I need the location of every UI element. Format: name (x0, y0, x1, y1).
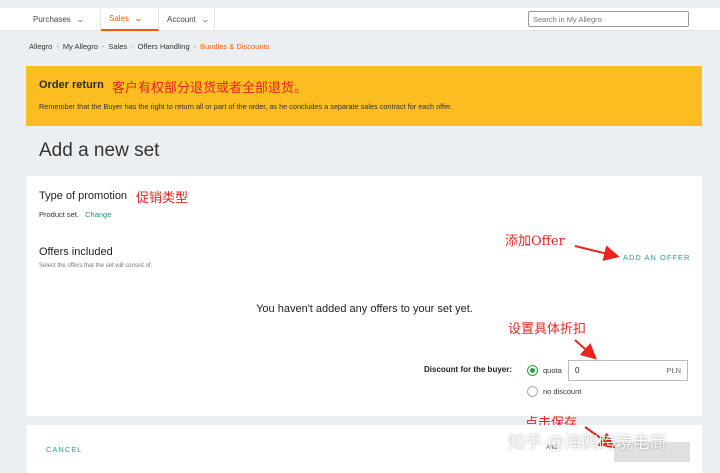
discount-amount-value: 0 (575, 366, 580, 375)
promotion-annotation: 促销类型 (136, 191, 189, 206)
nav-account-label: Account (167, 15, 196, 24)
change-promotion-link[interactable]: Change (85, 210, 111, 219)
set-form-card: Type of promotion 促销类型 Product set. Chan… (27, 176, 702, 431)
nav-purchases-label: Purchases (33, 15, 71, 24)
currency-unit: PLN (666, 366, 681, 375)
add-offer-annotation: 添加Offer (505, 234, 565, 249)
breadcrumb-separator: - (193, 42, 197, 51)
empty-offers-message: You haven't added any offers to your set… (256, 303, 473, 315)
no-discount-radio[interactable] (527, 386, 538, 397)
promotion-value-line: Product set. Change (39, 210, 111, 219)
add-offer-button[interactable]: ADD AN OFFER (623, 253, 690, 262)
breadcrumb-my-allegro[interactable]: My Allegro (63, 42, 98, 51)
alert-title: Order return (39, 79, 104, 91)
breadcrumb-separator: - (131, 42, 134, 51)
alert-text: Remember that the Buyer has the right to… (39, 102, 453, 111)
chevron-down-icon: ⌄ (200, 15, 210, 24)
offers-included-title: Offers included (39, 246, 113, 258)
breadcrumb-separator: - (101, 42, 105, 51)
nav-sales-label: Sales (109, 14, 130, 23)
breadcrumb-current: Bundles & Discounts (200, 42, 270, 51)
promotion-value: Product set. (39, 210, 80, 219)
breadcrumb: Allegro - My Allegro - Sales - Offers Ha… (29, 42, 269, 51)
discount-label: Discount for the buyer: (424, 365, 513, 374)
nav-account[interactable]: Account ⌄ (159, 8, 215, 31)
watermark: 知乎 @海鸥跨境电商 (508, 433, 667, 453)
no-discount-radio-label: no discount (543, 387, 582, 396)
cancel-button[interactable]: CANCEL (46, 445, 82, 454)
breadcrumb-separator: - (56, 42, 59, 51)
chevron-down-icon: ⌄ (75, 15, 85, 24)
discount-annotation: 设置具体折扣 (508, 322, 587, 337)
order-return-alert: Order return 客户有权部分退货或者全部退货。 Remember th… (26, 66, 702, 126)
offers-hint: Select the offers that the set will cons… (39, 263, 153, 269)
nav-sales[interactable]: Sales ⌄ (101, 8, 159, 31)
promotion-type-title: Type of promotion (39, 190, 128, 202)
chevron-down-icon: ⌄ (133, 14, 144, 23)
quota-radio[interactable] (527, 365, 538, 376)
page-title: Add a new set (39, 140, 160, 161)
alert-annotation: 客户有权部分退货或者全部退货。 (112, 81, 308, 96)
discount-amount-input[interactable]: 0 PLN (568, 360, 688, 381)
breadcrumb-allegro[interactable]: Allegro (29, 42, 52, 51)
breadcrumb-offers-handling[interactable]: Offers Handling (138, 42, 190, 51)
breadcrumb-sales[interactable]: Sales (108, 42, 127, 51)
search-input[interactable] (528, 11, 689, 27)
nav-purchases[interactable]: Purchases ⌄ (25, 8, 101, 31)
quota-radio-label: quota (543, 366, 562, 375)
top-nav: Purchases ⌄ Sales ⌄ Account ⌄ (0, 8, 720, 31)
